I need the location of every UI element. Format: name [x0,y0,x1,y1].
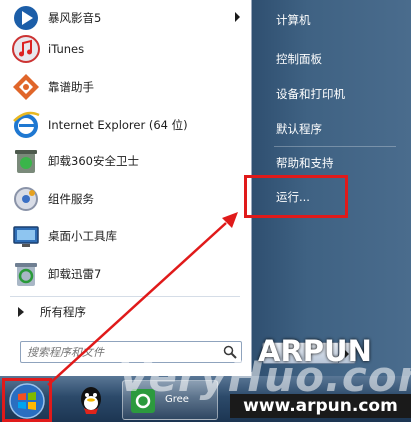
menu-control-panel[interactable]: 控制面板 [276,51,322,67]
program-item-label: 卸载360安全卫士 [48,154,139,168]
menu-default-programs[interactable]: 默认程序 [276,121,322,137]
program-item-component-services[interactable]: 组件服务 [10,181,246,217]
program-item-label: 桌面小工具库 [48,229,117,243]
run-highlight-box [244,175,348,218]
all-programs-label: 所有程序 [40,305,86,319]
desktop-gadgets-icon [13,226,39,247]
start-button[interactable] [2,378,52,422]
divider [274,146,396,147]
program-item-label: Internet Explorer (64 位) [48,118,188,132]
program-item-label: 靠谱助手 [48,80,94,94]
program-item-itunes[interactable]: iTunes [10,31,246,67]
submenu-arrow-icon[interactable] [235,12,240,22]
internet-explorer-icon [13,111,40,138]
menu-help-support[interactable]: 帮助和支持 [276,155,334,171]
uninstall-360-icon [15,150,37,173]
program-item-label: iTunes [48,42,85,56]
program-item-label: 卸载迅雷7 [48,267,102,281]
divider [10,296,240,297]
program-item-label: 组件服务 [48,192,94,206]
program-item-label: 暴风影音5 [48,11,102,25]
arpun-watermark: ARPUN [258,334,372,368]
storm-player-icon [14,6,38,30]
itunes-icon [12,35,40,63]
kaopu-helper-icon [13,74,39,100]
start-menu-screenshot: 暴风影音5 iTunes 靠谱助手 Internet Explorer (64 … [0,0,411,422]
menu-devices-printers[interactable]: 设备和打印机 [276,86,345,102]
qq-icon[interactable] [74,384,108,418]
program-item-uninstall-360[interactable]: 卸载360安全卫士 [10,143,246,179]
program-item-internet-explorer[interactable]: Internet Explorer (64 位) [10,107,246,143]
arpun-url-watermark: www.arpun.com [230,394,411,418]
program-item-desktop-gadgets[interactable]: 桌面小工具库 [10,218,246,254]
uninstall-xunlei-icon [15,263,37,286]
expand-arrow-icon [18,307,24,317]
program-item-kaopu[interactable]: 靠谱助手 [10,69,246,105]
all-programs-button[interactable]: 所有程序 [10,300,240,324]
menu-computer[interactable]: 计算机 [276,12,311,28]
program-item-uninstall-xunlei[interactable]: 卸载迅雷7 [10,256,246,292]
component-services-icon [14,187,38,211]
program-list-panel: 暴风影音5 iTunes 靠谱助手 Internet Explorer (64 … [0,0,252,376]
